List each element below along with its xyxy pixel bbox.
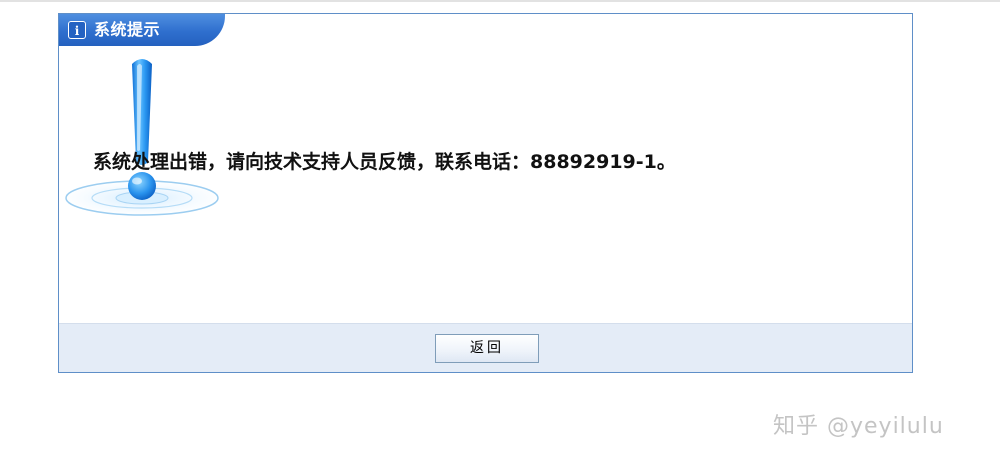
back-button[interactable]: 返回 — [435, 334, 539, 363]
dialog-footer: 返回 — [59, 323, 912, 372]
dialog-title-bar: i 系统提示 — [59, 14, 225, 46]
info-icon: i — [68, 21, 86, 39]
system-alert-dialog: i 系统提示 系统处理出错，请向技术支持人员反馈，联系电话：88892919-1… — [58, 13, 913, 373]
dialog-title: 系统提示 — [94, 20, 161, 39]
watermark: 知乎 @yeyilulu — [773, 414, 944, 439]
exclamation-icon — [65, 59, 219, 216]
page: i 系统提示 系统处理出错，请向技术支持人员反馈，联系电话：88892919-1… — [0, 0, 1000, 469]
top-divider — [0, 0, 1000, 2]
error-message: 系统处理出错，请向技术支持人员反馈，联系电话：88892919-1。 — [93, 151, 676, 173]
